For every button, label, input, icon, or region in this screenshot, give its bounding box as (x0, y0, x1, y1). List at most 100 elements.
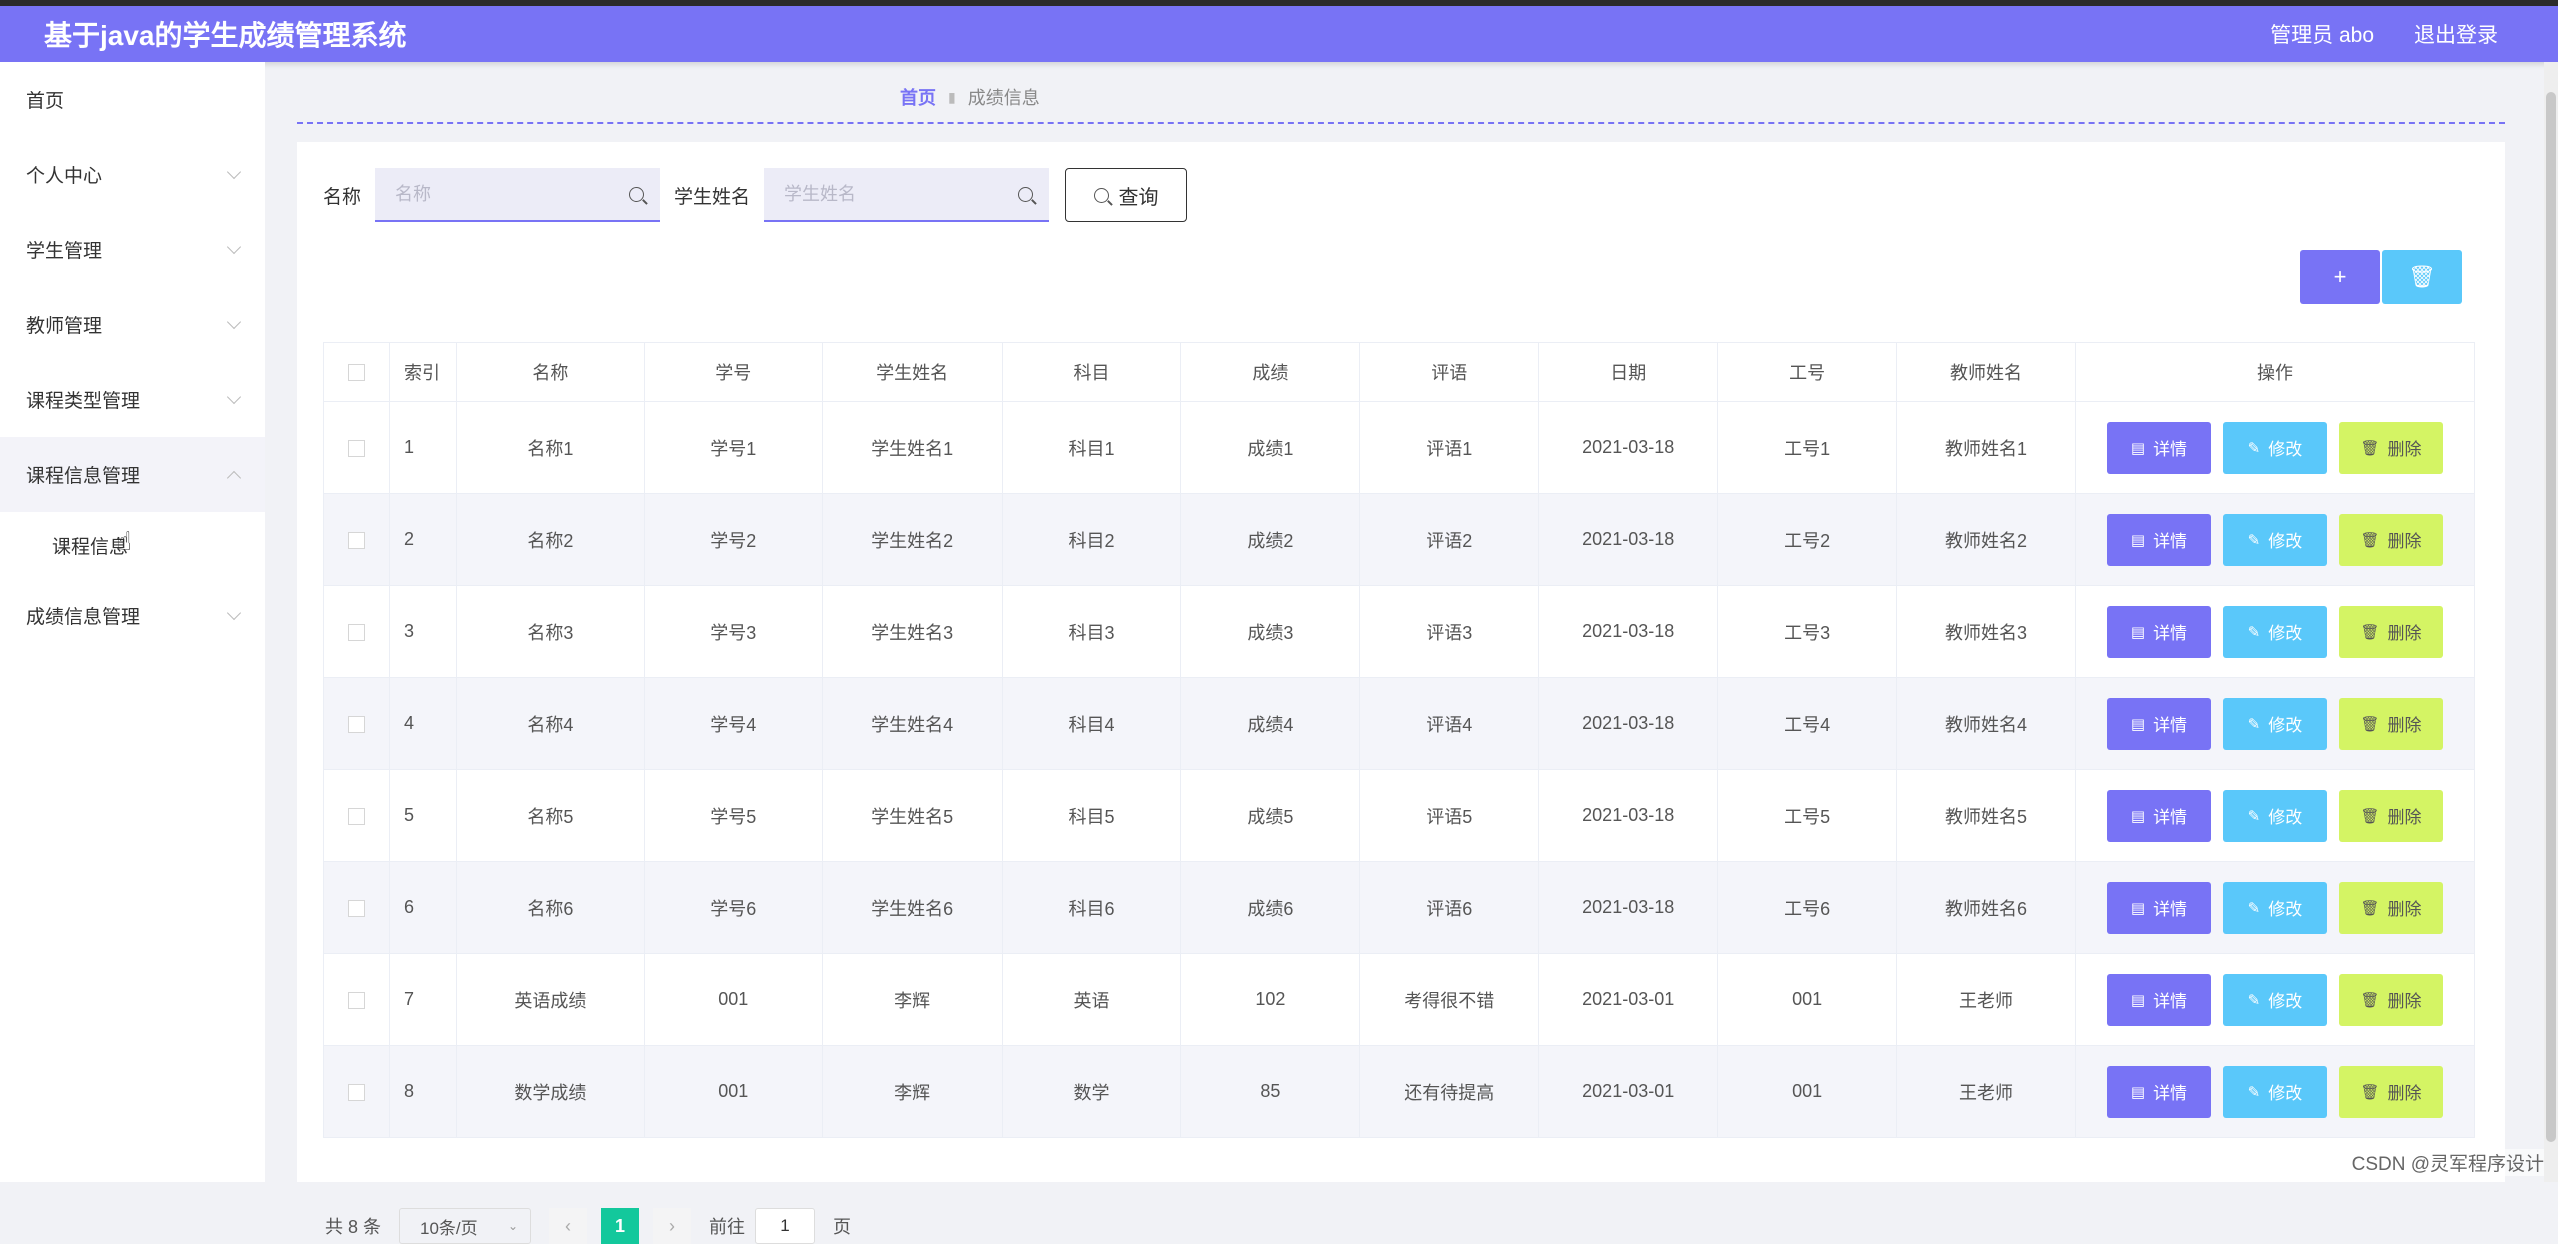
detail-button[interactable]: ▤详情 (2107, 1066, 2211, 1118)
edit-button[interactable]: ✎修改 (2223, 514, 2327, 566)
table-row[interactable]: 6名称6学号6学生姓名6科目6成绩6评语62021-03-18工号6教师姓名6▤… (324, 862, 2475, 954)
delete-label: 删除 (2387, 987, 2421, 1012)
table-row[interactable]: 4名称4学号4学生姓名4科目4成绩4评语42021-03-18工号4教师姓名4▤… (324, 678, 2475, 770)
scrollbar-thumb[interactable] (2546, 92, 2556, 1142)
next-page-button[interactable]: › (653, 1208, 691, 1244)
sidebar-item-course-type-mgmt[interactable]: 课程类型管理 (0, 362, 265, 437)
sidebar-item-personal-center[interactable]: 个人中心 (0, 137, 265, 212)
column-header: 科目 (1002, 343, 1181, 402)
table-cell: 科目6 (1002, 862, 1181, 954)
detail-button[interactable]: ▤详情 (2107, 882, 2211, 934)
sidebar-item-label: 个人中心 (26, 161, 102, 188)
sidebar-item-teacher-mgmt[interactable]: 教师管理 (0, 287, 265, 362)
table-cell: 科目1 (1002, 402, 1181, 494)
page-number-current[interactable]: 1 (601, 1208, 639, 1244)
detail-button[interactable]: ▤详情 (2107, 790, 2211, 842)
pagination: 共 8 条 10条/页⌄ ‹ 1 › 前往 页 (325, 1208, 851, 1244)
delete-button[interactable]: 🗑删除 (2339, 422, 2443, 474)
watermark: CSDN @灵军程序设计 (2352, 1149, 2544, 1176)
detail-label: 详情 (2153, 1079, 2187, 1104)
table-cell: 英语成绩 (456, 954, 644, 1046)
name-search-field (375, 168, 660, 222)
delete-button[interactable]: 🗑删除 (2339, 698, 2443, 750)
logout-button[interactable]: 退出登录 (2414, 19, 2498, 49)
edit-button[interactable]: ✎修改 (2223, 790, 2327, 842)
main-content: 首页 ▮ 成绩信息 名称 学生姓名 查询 + 🗑 (265, 62, 2558, 1182)
table-cell: 001 (1718, 1046, 1897, 1138)
prev-page-button[interactable]: ‹ (549, 1208, 587, 1244)
row-actions: ▤详情✎修改🗑删除 (2076, 698, 2474, 750)
query-button[interactable]: 查询 (1065, 168, 1187, 222)
sidebar-item-score-mgmt[interactable]: 成绩信息管理 (0, 578, 265, 653)
row-actions: ▤详情✎修改🗑删除 (2076, 422, 2474, 474)
row-checkbox[interactable] (348, 900, 365, 917)
table-cell: 李辉 (822, 954, 1002, 1046)
name-input[interactable] (395, 184, 615, 205)
row-checkbox[interactable] (348, 992, 365, 1009)
table-cell: 学生姓名3 (822, 586, 1002, 678)
student-search-field (764, 168, 1049, 222)
table-cell: 001 (644, 954, 822, 1046)
sidebar-item-student-mgmt[interactable]: 学生管理 (0, 212, 265, 287)
delete-button[interactable]: 🗑删除 (2339, 606, 2443, 658)
detail-button[interactable]: ▤详情 (2107, 606, 2211, 658)
batch-delete-button[interactable]: 🗑 (2382, 250, 2462, 304)
delete-button[interactable]: 🗑删除 (2339, 1066, 2443, 1118)
edit-button[interactable]: ✎修改 (2223, 882, 2327, 934)
user-label[interactable]: 管理员 abo (2270, 19, 2374, 49)
table-cell: 学号4 (644, 678, 822, 770)
table-row[interactable]: 1名称1学号1学生姓名1科目1成绩1评语12021-03-18工号1教师姓名1▤… (324, 402, 2475, 494)
table-row[interactable]: 2名称2学号2学生姓名2科目2成绩2评语22021-03-18工号2教师姓名2▤… (324, 494, 2475, 586)
table-cell: 教师姓名3 (1897, 586, 2076, 678)
select-all-cell (324, 343, 390, 402)
delete-button[interactable]: 🗑删除 (2339, 882, 2443, 934)
detail-button[interactable]: ▤详情 (2107, 514, 2211, 566)
table-cell: 科目4 (1002, 678, 1181, 770)
edit-button[interactable]: ✎修改 (2223, 698, 2327, 750)
sidebar: 首页 个人中心 学生管理 教师管理 课程类型管理 课程信息管理 课程信息☝ 成绩… (0, 62, 265, 1182)
table-cell: 001 (1718, 954, 1897, 1046)
search-icon (629, 187, 644, 202)
row-select-cell (324, 586, 390, 678)
row-checkbox[interactable] (348, 808, 365, 825)
row-checkbox[interactable] (348, 1084, 365, 1101)
table-row[interactable]: 5名称5学号5学生姓名5科目5成绩5评语52021-03-18工号5教师姓名5▤… (324, 770, 2475, 862)
table-cell: 评语4 (1360, 678, 1539, 770)
sidebar-item-course-info-mgmt[interactable]: 课程信息管理 (0, 437, 265, 512)
breadcrumb-home[interactable]: 首页 (900, 84, 936, 110)
chevron-down-icon (227, 314, 241, 328)
scrollbar[interactable] (2544, 62, 2558, 1182)
detail-button[interactable]: ▤详情 (2107, 974, 2211, 1026)
select-all-checkbox[interactable] (348, 364, 365, 381)
edit-button[interactable]: ✎修改 (2223, 606, 2327, 658)
row-checkbox[interactable] (348, 624, 365, 641)
student-name-input[interactable] (784, 184, 1004, 205)
sidebar-item-home[interactable]: 首页 (0, 62, 265, 137)
table-row[interactable]: 3名称3学号3学生姓名3科目3成绩3评语32021-03-18工号3教师姓名3▤… (324, 586, 2475, 678)
page-size-select[interactable]: 10条/页⌄ (399, 1208, 531, 1244)
table-row[interactable]: 7英语成绩001李辉英语102考得很不错2021-03-01001王老师▤详情✎… (324, 954, 2475, 1046)
row-checkbox[interactable] (348, 716, 365, 733)
table-cell: 学号5 (644, 770, 822, 862)
edit-button[interactable]: ✎修改 (2223, 1066, 2327, 1118)
detail-button[interactable]: ▤详情 (2107, 698, 2211, 750)
detail-label: 详情 (2153, 803, 2187, 828)
delete-button[interactable]: 🗑删除 (2339, 790, 2443, 842)
row-checkbox[interactable] (348, 532, 365, 549)
edit-button[interactable]: ✎修改 (2223, 422, 2327, 474)
delete-button[interactable]: 🗑删除 (2339, 974, 2443, 1026)
table-cell: 7 (389, 954, 456, 1046)
table-row[interactable]: 8数学成绩001李辉数学85还有待提高2021-03-01001王老师▤详情✎修… (324, 1046, 2475, 1138)
table-cell: 评语6 (1360, 862, 1539, 954)
detail-button[interactable]: ▤详情 (2107, 422, 2211, 474)
trash-icon: 🗑 (2360, 899, 2379, 917)
breadcrumb-current: 成绩信息 (968, 84, 1040, 110)
sidebar-subitem-course-info[interactable]: 课程信息☝ (0, 512, 265, 578)
edit-button[interactable]: ✎修改 (2223, 974, 2327, 1026)
name-label: 名称 (323, 182, 361, 209)
row-actions: ▤详情✎修改🗑删除 (2076, 882, 2474, 934)
goto-page-input[interactable] (755, 1208, 815, 1244)
delete-button[interactable]: 🗑删除 (2339, 514, 2443, 566)
row-checkbox[interactable] (348, 440, 365, 457)
add-button[interactable]: + (2300, 250, 2380, 304)
